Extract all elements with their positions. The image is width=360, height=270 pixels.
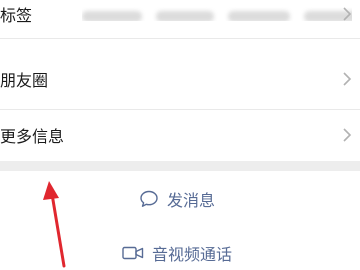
tags-preview-blurred bbox=[82, 7, 352, 21]
moments-row[interactable]: 朋友圈 bbox=[0, 57, 360, 101]
video-camera-icon bbox=[122, 246, 144, 260]
chat-bubble-icon bbox=[140, 190, 158, 207]
more-info-label: 更多信息 bbox=[0, 127, 65, 146]
chevron-right-icon bbox=[343, 72, 352, 86]
tags-label: 标签 bbox=[0, 6, 33, 25]
tags-row[interactable]: 标签 bbox=[0, 0, 360, 36]
contact-profile-page: 标签 朋友圈 更多信息 发消息 音视频通话 bbox=[0, 0, 360, 270]
chevron-right-icon bbox=[343, 7, 352, 21]
send-message-label: 发消息 bbox=[167, 191, 216, 210]
chevron-right-icon bbox=[343, 128, 352, 142]
video-call-button[interactable]: 音视频通话 bbox=[122, 241, 232, 265]
divider bbox=[0, 109, 360, 110]
send-message-button[interactable]: 发消息 bbox=[139, 187, 215, 211]
section-separator bbox=[0, 161, 360, 171]
more-info-row[interactable]: 更多信息 bbox=[0, 113, 360, 157]
moments-label: 朋友圈 bbox=[0, 71, 49, 90]
divider bbox=[0, 38, 360, 39]
video-call-label: 音视频通话 bbox=[152, 245, 233, 264]
